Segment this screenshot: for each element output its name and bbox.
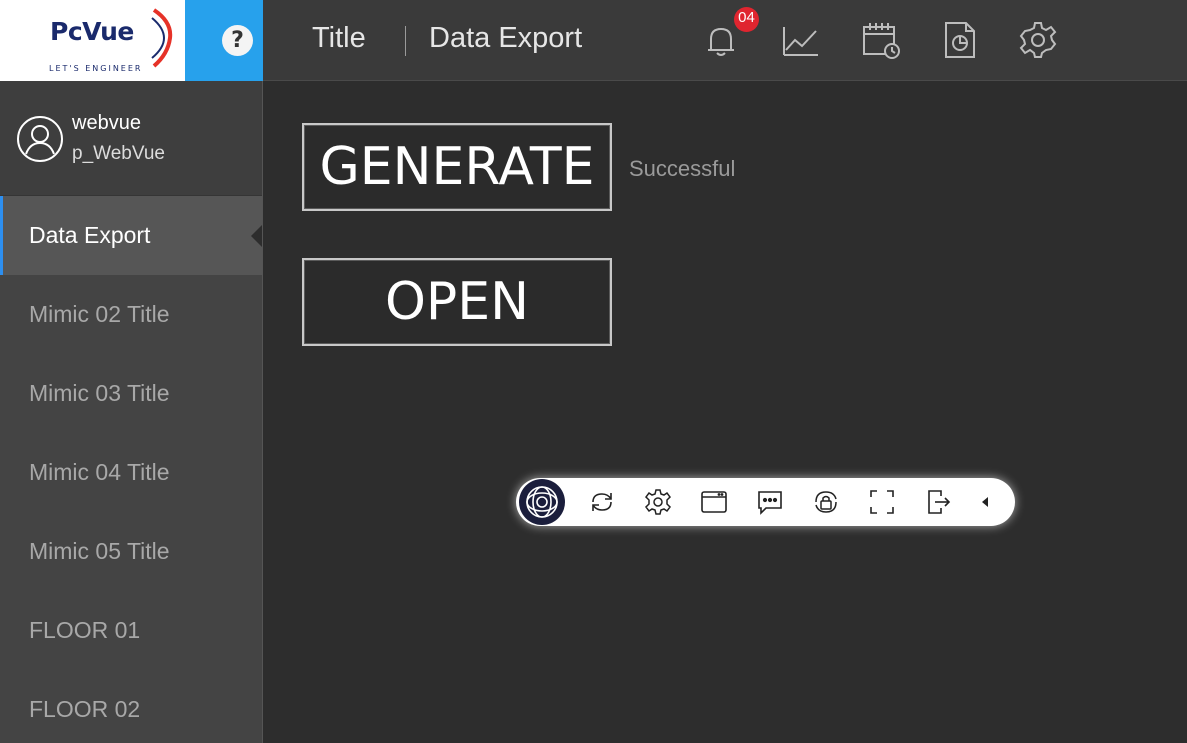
- sidebar-item-data-export[interactable]: Data Export: [0, 196, 262, 275]
- title-separator: [405, 26, 406, 56]
- floating-toolbar: [516, 478, 1015, 526]
- fullscreen-icon[interactable]: [868, 488, 896, 516]
- sidebar: webvue p_WebVue Data Export Mimic 02 Tit…: [0, 81, 263, 743]
- logo-text: PcVue: [50, 17, 134, 46]
- sidebar-item-mimic-03[interactable]: Mimic 03 Title: [0, 354, 262, 433]
- trend-icon[interactable]: [781, 20, 821, 60]
- sidebar-item-label: Mimic 04 Title: [29, 459, 170, 485]
- logo-area: PcVue LET'S ENGINEER ?: [0, 0, 263, 81]
- chat-icon[interactable]: [756, 488, 784, 516]
- lock-rotate-icon[interactable]: [812, 488, 840, 516]
- sidebar-item-mimic-05[interactable]: Mimic 05 Title: [0, 512, 262, 591]
- page-title: Title: [312, 22, 366, 54]
- gear-icon[interactable]: [644, 488, 672, 516]
- logout-icon[interactable]: [924, 488, 952, 516]
- logo-swoosh-icon: [151, 8, 173, 68]
- help-button[interactable]: ?: [222, 25, 253, 56]
- sidebar-item-label: Mimic 02 Title: [29, 301, 170, 327]
- scheduler-icon[interactable]: [861, 20, 901, 60]
- active-indicator-arrow: [251, 225, 262, 247]
- sidebar-item-mimic-02[interactable]: Mimic 02 Title: [0, 275, 262, 354]
- settings-icon[interactable]: [1018, 20, 1058, 60]
- generate-button[interactable]: GENERATE: [302, 123, 612, 211]
- header-bar: PcVue LET'S ENGINEER ? Title Data Export…: [0, 0, 1187, 81]
- sidebar-item-label: FLOOR 01: [29, 617, 141, 643]
- sidebar-item-mimic-04[interactable]: Mimic 04 Title: [0, 433, 262, 512]
- user-panel: webvue p_WebVue: [0, 81, 262, 196]
- refresh-icon[interactable]: [588, 488, 616, 516]
- user-avatar-icon: [17, 116, 63, 162]
- report-icon[interactable]: [940, 20, 980, 60]
- logo-tagline: LET'S ENGINEER: [49, 64, 143, 73]
- alarm-count-badge: 04: [734, 7, 759, 32]
- sidebar-item-label: FLOOR 02: [29, 696, 141, 722]
- window-icon[interactable]: [700, 488, 728, 516]
- sidebar-item-label: Data Export: [29, 222, 151, 248]
- collapse-icon[interactable]: [982, 497, 988, 507]
- sidebar-item-floor-02[interactable]: FLOOR 02: [0, 670, 262, 743]
- logo-card: PcVue LET'S ENGINEER: [0, 0, 185, 81]
- sidebar-item-label: Mimic 05 Title: [29, 538, 170, 564]
- app-logo-icon[interactable]: [519, 479, 565, 525]
- page-subtitle: Data Export: [429, 22, 583, 54]
- user-name: webvue: [72, 112, 141, 134]
- sidebar-item-floor-01[interactable]: FLOOR 01: [0, 591, 262, 670]
- open-button[interactable]: OPEN: [302, 258, 612, 346]
- user-profile: p_WebVue: [72, 143, 165, 164]
- generate-status: Successful: [629, 156, 736, 181]
- sidebar-item-label: Mimic 03 Title: [29, 380, 170, 406]
